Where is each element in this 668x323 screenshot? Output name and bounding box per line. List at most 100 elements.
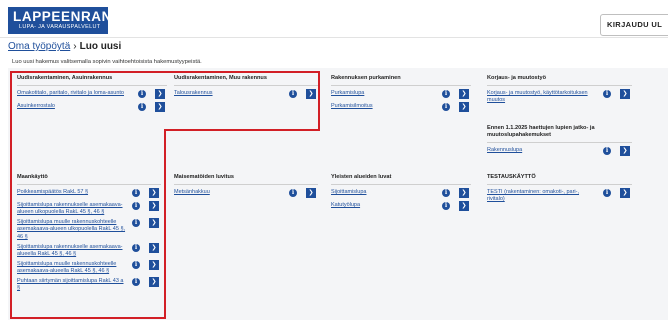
arrow-right-icon[interactable]: ❯ [155, 88, 165, 99]
application-type-link[interactable]: Katutyölupa [331, 202, 437, 209]
list-item: Sijoittamislupa i ❯ [331, 187, 471, 199]
category-maisematoiden-luvitus: Maisematöiden luvitus Metsänhakkuu i ❯ [174, 174, 318, 202]
category-title: Rakennuksen purkaminen [331, 75, 471, 86]
list-item: Sijoittamislupa rakennukselle asemakaava… [17, 200, 161, 216]
info-icon[interactable]: i [132, 188, 140, 197]
info-icon[interactable]: i [442, 188, 450, 197]
logo-title: LAPPEENRANTA [13, 9, 131, 24]
breadcrumb-separator: › [73, 41, 77, 52]
list-item: Sijoittamislupa rakennukselle asemakaava… [17, 242, 161, 258]
category-testauskaytto: TESTAUSKÄYTTÖ TESTI (rakentaminen: omako… [487, 174, 632, 206]
arrow-right-icon[interactable]: ❯ [306, 187, 316, 198]
category-uudisrakentaminen-muu-rakennus: Uudisrakentaminen, Muu rakennus Talousra… [174, 75, 318, 103]
info-icon[interactable]: i [442, 102, 450, 111]
application-type-link[interactable]: Poikkeamispäätös RakL 57 § [17, 189, 127, 196]
list-item: Sijoittamislupa muulle rakennuskohteelle… [17, 259, 161, 275]
category-title: Korjaus- ja muutostyö [487, 75, 632, 86]
info-icon[interactable]: i [132, 243, 140, 252]
application-type-link[interactable]: Omakotitalo, paritalo, rivitalo ja loma-… [17, 90, 133, 97]
highlight-outline-left [10, 71, 12, 319]
list-item: Korjaus- ja muutostyö, käyttötarkoitukse… [487, 88, 632, 104]
arrow-right-icon[interactable]: ❯ [149, 200, 159, 211]
category-korjaus-ja-muutostyo: Korjaus- ja muutostyö Korjaus- ja muutos… [487, 75, 632, 107]
application-type-link[interactable]: Sijoittamislupa rakennukselle asemakaava… [17, 202, 127, 216]
application-type-link[interactable]: TESTI (rakentaminen: omakoti-, pari-, ri… [487, 189, 598, 203]
list-item: TESTI (rakentaminen: omakoti-, pari-, ri… [487, 187, 632, 203]
application-type-link[interactable]: Rakennuslupa [487, 147, 598, 154]
arrow-right-icon[interactable]: ❯ [155, 101, 165, 112]
list-item: Purkamislupa i ❯ [331, 88, 471, 100]
info-icon[interactable]: i [289, 89, 297, 98]
arrow-right-icon[interactable]: ❯ [620, 88, 630, 99]
lappeenranta-logo[interactable]: LAPPEENRANTA LUPA- JA VARAUSPALVELUT [8, 7, 130, 34]
info-icon[interactable]: i [289, 188, 297, 197]
arrow-right-icon[interactable]: ❯ [459, 187, 469, 198]
info-icon[interactable]: i [132, 260, 140, 269]
arrow-right-icon[interactable]: ❯ [620, 187, 630, 198]
category-ennen-2025-jatko-ja-muutosluvat: Ennen 1.1.2025 haettujen lupien jatko- j… [487, 125, 632, 160]
list-item: Asuinkerrostalo i ❯ [17, 101, 167, 113]
info-icon[interactable]: i [132, 219, 140, 228]
list-item: Sijoittamislupa muulle rakennuskohteelle… [17, 218, 161, 240]
arrow-right-icon[interactable]: ❯ [149, 187, 159, 198]
arrow-right-icon[interactable]: ❯ [149, 218, 159, 229]
list-item: Poikkeamispäätös RakL 57 § i ❯ [17, 187, 161, 199]
info-icon[interactable]: i [132, 278, 140, 287]
list-item: Talousrakennus i ❯ [174, 88, 318, 100]
application-type-link[interactable]: Purkamislupa [331, 90, 437, 97]
list-item: Purkamisilmoitus i ❯ [331, 101, 471, 113]
info-icon[interactable]: i [603, 188, 611, 197]
category-title: Ennen 1.1.2025 haettujen lupien jatko- j… [487, 125, 632, 143]
application-type-link[interactable]: Sijoittamislupa muulle rakennuskohteelle… [17, 219, 127, 240]
info-icon[interactable]: i [138, 89, 146, 98]
highlight-outline-right-lower [164, 129, 166, 319]
arrow-right-icon[interactable]: ❯ [149, 277, 159, 288]
application-type-link[interactable]: Korjaus- ja muutostyö, käyttötarkoitukse… [487, 90, 598, 104]
highlight-outline-bottom [10, 317, 166, 319]
info-icon[interactable]: i [138, 102, 146, 111]
arrow-right-icon[interactable]: ❯ [149, 242, 159, 253]
highlight-outline-right-upper [318, 71, 320, 131]
info-icon[interactable]: i [442, 201, 450, 210]
category-title: TESTAUSKÄYTTÖ [487, 174, 632, 185]
highlight-outline-top [10, 71, 320, 73]
info-icon[interactable]: i [603, 89, 611, 98]
arrow-right-icon[interactable]: ❯ [459, 200, 469, 211]
application-type-link[interactable]: Puhtaan siirtymän sijoittamislupa RakL 4… [17, 278, 127, 292]
login-button[interactable]: KIRJAUDU UL [600, 14, 668, 36]
category-title: Uudisrakentaminen, Asuinrakennus [17, 75, 167, 86]
application-type-link[interactable]: Asuinkerrostalo [17, 103, 133, 110]
list-item: Katutyölupa i ❯ [331, 200, 471, 212]
logo-subtitle: LUPA- JA VARAUSPALVELUT [19, 24, 101, 30]
application-type-link[interactable]: Sijoittamislupa [331, 189, 437, 196]
category-title: Maisematöiden luvitus [174, 174, 318, 185]
application-type-link[interactable]: Sijoittamislupa rakennukselle asemakaava… [17, 244, 127, 258]
breadcrumb-home-link[interactable]: Oma työpöytä [8, 41, 70, 52]
category-title: Maankäyttö [17, 174, 161, 185]
highlight-outline-step [164, 129, 320, 131]
application-type-link[interactable]: Metsänhakkuu [174, 189, 284, 196]
top-bar: LAPPEENRANTA LUPA- JA VARAUSPALVELUT KIR… [0, 0, 668, 38]
info-icon[interactable]: i [603, 146, 611, 155]
category-uudisrakentaminen-asuinrakennus: Uudisrakentaminen, Asuinrakennus Omakoti… [17, 75, 167, 116]
application-type-link[interactable]: Purkamisilmoitus [331, 103, 437, 110]
list-item: Metsänhakkuu i ❯ [174, 187, 318, 199]
arrow-right-icon[interactable]: ❯ [459, 88, 469, 99]
application-type-link[interactable]: Talousrakennus [174, 90, 284, 97]
info-icon[interactable]: i [442, 89, 450, 98]
application-type-link[interactable]: Sijoittamislupa muulle rakennuskohteelle… [17, 261, 127, 275]
category-rakennuksen-purkaminen: Rakennuksen purkaminen Purkamislupa i ❯ … [331, 75, 471, 116]
list-item: Puhtaan siirtymän sijoittamislupa RakL 4… [17, 277, 161, 292]
arrow-right-icon[interactable]: ❯ [459, 101, 469, 112]
list-item: Rakennuslupa i ❯ [487, 145, 632, 157]
category-title: Yleisten alueiden luvat [331, 174, 471, 185]
arrow-right-icon[interactable]: ❯ [149, 259, 159, 270]
list-item: Omakotitalo, paritalo, rivitalo ja loma-… [17, 88, 167, 100]
breadcrumb-current: Luo uusi [79, 41, 122, 52]
category-yleisten-alueiden-luvat: Yleisten alueiden luvat Sijoittamislupa … [331, 174, 471, 215]
category-maankaytto: Maankäyttö Poikkeamispäätös RakL 57 § i … [17, 174, 161, 296]
arrow-right-icon[interactable]: ❯ [620, 145, 630, 156]
arrow-right-icon[interactable]: ❯ [306, 88, 316, 99]
info-icon[interactable]: i [132, 201, 140, 210]
page-subtitle: Luo uusi hakemus valitsemalla sopivin va… [12, 59, 202, 65]
